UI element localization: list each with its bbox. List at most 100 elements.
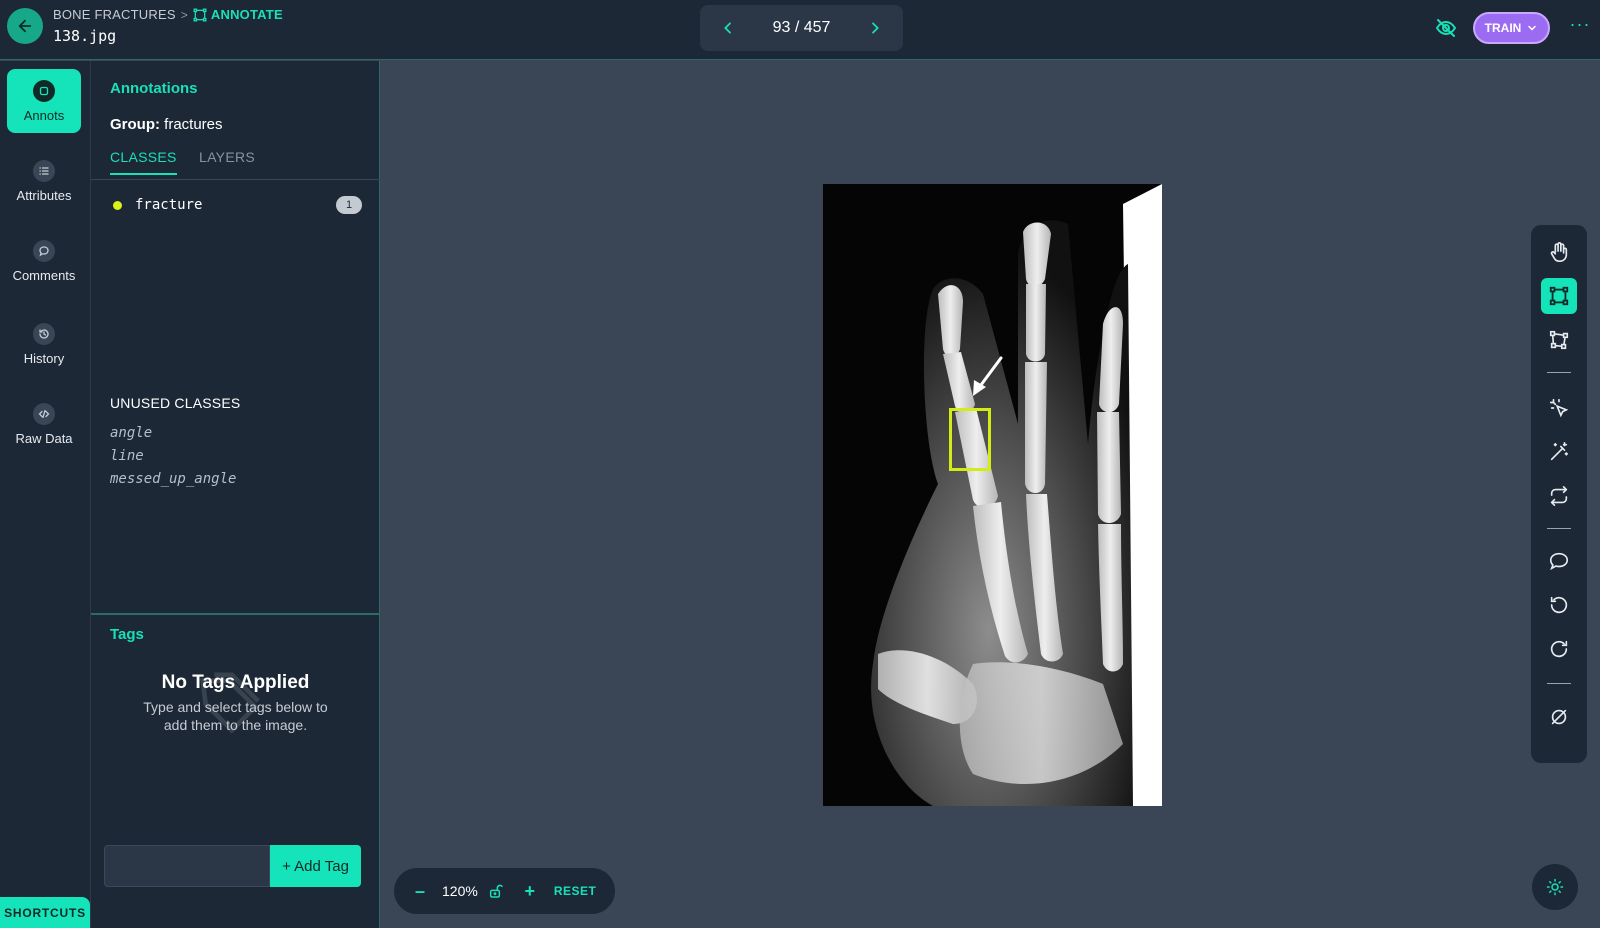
group-value: fractures (164, 116, 223, 133)
eye-off-icon (1435, 19, 1457, 37)
tags-empty-subtitle-line: Type and select tags below to (143, 699, 328, 715)
undo-button[interactable] (1541, 587, 1577, 623)
tab-classes[interactable]: CLASSES (110, 149, 177, 175)
next-image-button[interactable] (863, 16, 887, 40)
redo-button[interactable] (1541, 631, 1577, 667)
zoom-in-button[interactable]: + (518, 879, 542, 903)
top-bar: BONE FRACTURES > ANNOTATE 138.jpg 93 / 4… (0, 0, 1600, 60)
nav-raw-data-label: Raw Data (15, 430, 73, 446)
back-button[interactable] (7, 8, 43, 44)
class-color-dot (113, 200, 122, 210)
unused-class-item[interactable]: messed_up_angle (110, 471, 236, 487)
train-button[interactable]: TRAIN (1473, 12, 1550, 44)
tags-empty-state: No Tags Applied Type and select tags bel… (91, 672, 380, 734)
shortcuts-button[interactable]: SHORTCUTS (0, 897, 90, 928)
pan-tool-button[interactable] (1541, 234, 1577, 270)
zoom-reset-button[interactable]: RESET (554, 884, 597, 898)
zoom-controls: – 120% + RESET (394, 868, 615, 914)
nav-attributes[interactable]: Attributes (7, 149, 81, 213)
breadcrumb: BONE FRACTURES > ANNOTATE (53, 7, 283, 22)
file-name: 138.jpg (53, 27, 117, 45)
panel-divider (91, 613, 380, 615)
arrow-left-icon (18, 19, 32, 33)
chevron-left-icon (724, 22, 731, 34)
history-icon (33, 322, 55, 345)
annotations-panel: Annotations Group: fractures CLASSES LAY… (91, 61, 380, 928)
unused-classes-heading: UNUSED CLASSES (110, 395, 241, 411)
nav-annots[interactable]: Annots (7, 69, 81, 133)
unused-class-item[interactable]: line (110, 448, 144, 464)
breadcrumb-current-label: ANNOTATE (210, 7, 283, 22)
brightness-button[interactable] (1532, 864, 1578, 910)
class-name: fracture (135, 197, 203, 213)
null-icon (1551, 709, 1567, 725)
polygon-icon (1549, 330, 1569, 350)
bounding-box-tool-button[interactable] (1541, 278, 1577, 314)
add-tag-button[interactable]: + Add Tag (270, 845, 361, 887)
annotations-icon (33, 79, 55, 102)
annotation-toolbar (1531, 225, 1587, 763)
group-label: Group: (110, 116, 160, 133)
toolbar-divider (1547, 683, 1571, 684)
previous-image-button[interactable] (716, 16, 740, 40)
nav-attributes-label: Attributes (16, 187, 72, 203)
zoom-level: 120% (442, 883, 478, 899)
repeat-icon (1550, 486, 1568, 506)
group-line: Group: fractures (110, 116, 223, 133)
comment-icon (33, 239, 55, 262)
breadcrumb-project[interactable]: BONE FRACTURES (53, 7, 176, 22)
class-count-badge: 1 (336, 196, 362, 214)
smart-select-tool-button[interactable] (1541, 390, 1577, 426)
bounding-box-icon (1549, 286, 1569, 306)
tags-empty-subtitle: Type and select tags below to add them t… (91, 698, 380, 734)
nav-comments[interactable]: Comments (7, 229, 81, 293)
hand-icon (1550, 242, 1568, 262)
more-options-button[interactable]: ··· (1568, 14, 1592, 38)
breadcrumb-current: ANNOTATE (193, 7, 283, 22)
tab-layers[interactable]: LAYERS (199, 149, 255, 173)
left-navigation: Annots Attributes Comments History Raw D… (0, 61, 91, 928)
fracture-bounding-box[interactable] (949, 408, 991, 471)
breadcrumb-separator: > (180, 7, 188, 22)
tags-empty-title: No Tags Applied (161, 672, 310, 693)
undo-icon (1550, 596, 1568, 614)
chevron-down-icon (1528, 25, 1537, 31)
nav-annots-label: Annots (23, 107, 65, 123)
code-icon (33, 402, 55, 425)
comment-tool-button[interactable] (1541, 543, 1577, 579)
panel-title: Annotations (110, 80, 198, 97)
repeat-tool-button[interactable] (1541, 478, 1577, 514)
smart-select-icon (1549, 398, 1569, 418)
zoom-out-button[interactable]: – (408, 879, 432, 903)
panel-tabs: CLASSES LAYERS (91, 146, 380, 180)
unused-class-item[interactable]: angle (110, 425, 152, 441)
hand-xray-illustration (823, 184, 1162, 806)
sun-icon (1546, 878, 1564, 896)
chevron-right-icon (872, 22, 879, 34)
comment-icon (1549, 552, 1569, 571)
toolbar-divider (1547, 372, 1571, 373)
unlock-icon (489, 884, 503, 898)
redo-icon (1550, 640, 1568, 658)
nav-history-label: History (23, 350, 65, 366)
nav-history[interactable]: History (7, 312, 81, 376)
hide-annotations-button[interactable] (1434, 16, 1458, 40)
zoom-lock-button[interactable] (484, 879, 508, 903)
pager-position: 93 / 457 (772, 19, 831, 36)
nav-raw-data[interactable]: Raw Data (7, 392, 81, 456)
toolbar-divider (1547, 528, 1571, 529)
polygon-tool-button[interactable] (1541, 322, 1577, 358)
image-pager: 93 / 457 (700, 5, 903, 51)
list-icon (33, 159, 55, 182)
xray-image[interactable] (823, 184, 1162, 806)
class-row-fracture[interactable]: fracture 1 (110, 193, 362, 217)
nav-comments-label: Comments (12, 267, 76, 283)
tag-input[interactable] (104, 845, 270, 887)
train-label: TRAIN (1484, 21, 1522, 35)
tags-empty-subtitle-line: add them to the image. (163, 717, 308, 733)
magic-wand-tool-button[interactable] (1541, 434, 1577, 470)
null-annotation-button[interactable] (1541, 699, 1577, 735)
annotate-icon (193, 8, 207, 21)
tags-title: Tags (110, 626, 144, 643)
magic-wand-icon (1550, 442, 1569, 461)
